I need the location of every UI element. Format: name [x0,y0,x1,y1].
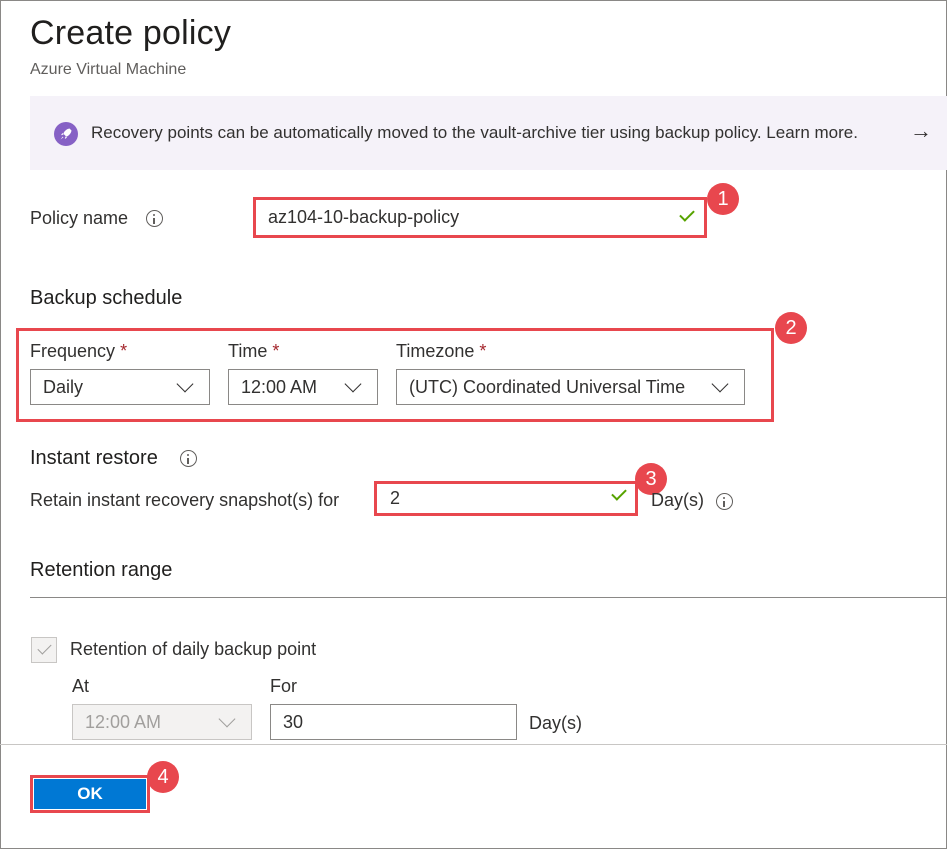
info-icon[interactable] [716,493,733,510]
instant-restore-heading: Instant restore [30,447,158,469]
retention-days-input[interactable]: 30 [270,704,517,740]
checkmark-icon [37,640,52,655]
callout-box-2 [16,328,774,422]
callout-badge-4: 4 [147,761,179,793]
backup-schedule-heading: Backup schedule [30,287,183,309]
info-icon[interactable] [180,450,197,467]
for-label: For [270,676,297,696]
callout-box-4 [30,775,150,813]
retain-snapshot-label: Retain instant recovery snapshot(s) for [30,490,340,510]
banner-message: Recovery points can be automatically mov… [91,123,858,142]
snapshot-unit-label: Day(s) [651,490,704,510]
retention-time-dropdown: 12:00 AM [72,704,252,740]
retention-range-heading: Retention range [30,559,173,581]
policy-name-label: Policy name [30,208,129,228]
callout-badge-1: 1 [707,183,739,215]
retention-unit-label: Day(s) [529,713,582,733]
daily-retention-label: Retention of daily backup point [70,639,317,659]
archive-info-banner: Recovery points can be automatically mov… [30,96,947,170]
callout-box-3 [374,481,638,516]
daily-retention-checkbox[interactable] [31,637,57,663]
at-label: At [72,676,90,696]
retention-time-value: 12:00 AM [85,711,162,732]
info-icon[interactable] [146,210,163,227]
callout-box-1 [253,197,707,238]
callout-badge-2: 2 [775,312,807,344]
page-title: Create policy [30,14,232,52]
arrow-right-icon[interactable]: → [910,118,932,144]
retention-days-value: 30 [283,711,304,732]
footer-divider [0,744,947,745]
section-divider [30,597,947,598]
page-subtitle: Azure Virtual Machine [30,61,187,78]
chevron-down-icon [218,710,236,728]
rocket-icon [54,122,78,146]
